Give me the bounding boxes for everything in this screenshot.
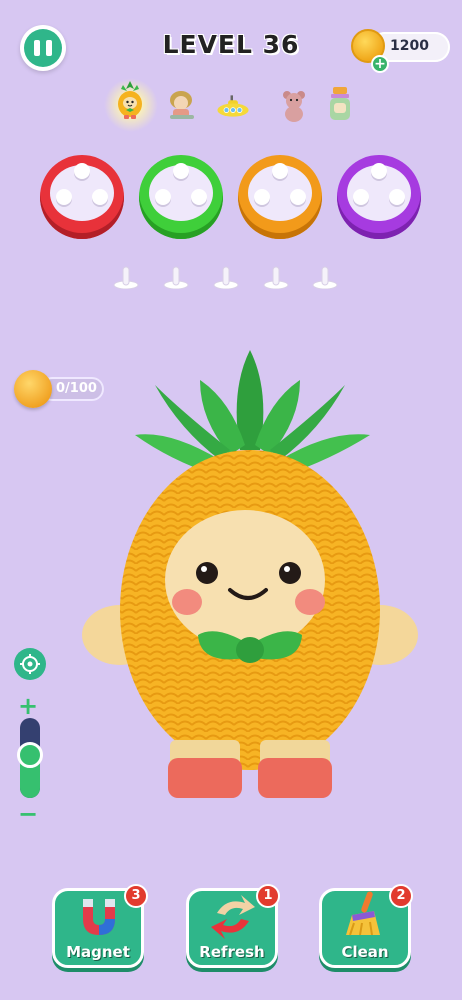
yarn-ball-icon: [14, 370, 52, 408]
add-coins-button[interactable]: +: [371, 55, 389, 73]
refresh-count-badge: 1: [256, 884, 280, 908]
red-ring-slot[interactable]: [40, 155, 124, 239]
broom-icon: [346, 891, 380, 936]
submarine-icon[interactable]: [215, 88, 251, 124]
empty-peg-3[interactable]: [213, 263, 239, 289]
girl-icon[interactable]: [163, 86, 199, 122]
refresh-label: Refresh: [199, 943, 265, 961]
clean-count-badge: 2: [389, 884, 413, 908]
orange-ring-slot[interactable]: [238, 155, 322, 239]
empty-peg-1[interactable]: [113, 263, 139, 289]
pineapple-icon[interactable]: [112, 81, 148, 119]
refresh-icon: [211, 895, 255, 939]
target-icon: [20, 654, 40, 674]
magnet-label: Magnet: [66, 943, 130, 961]
zoom-slider-knob[interactable]: [17, 742, 43, 768]
coin-value: 1200: [390, 38, 429, 54]
teddy-bear-icon[interactable]: [276, 88, 312, 124]
empty-peg-5[interactable]: [312, 263, 338, 289]
zoom-out-button[interactable]: −: [18, 800, 38, 828]
empty-peg-4[interactable]: [263, 263, 289, 289]
camera-settings-button[interactable]: [14, 648, 46, 680]
knitted-pineapple[interactable]: [80, 340, 420, 810]
zoom-in-button[interactable]: +: [18, 692, 38, 720]
clean-label: Clean: [341, 943, 389, 961]
magnet-count-badge: 3: [124, 884, 148, 908]
empty-peg-2[interactable]: [163, 263, 189, 289]
green-ring-slot[interactable]: [139, 155, 223, 239]
purple-ring-slot[interactable]: [337, 155, 421, 239]
magnet-icon: [83, 899, 115, 935]
jar-icon[interactable]: [322, 86, 358, 122]
